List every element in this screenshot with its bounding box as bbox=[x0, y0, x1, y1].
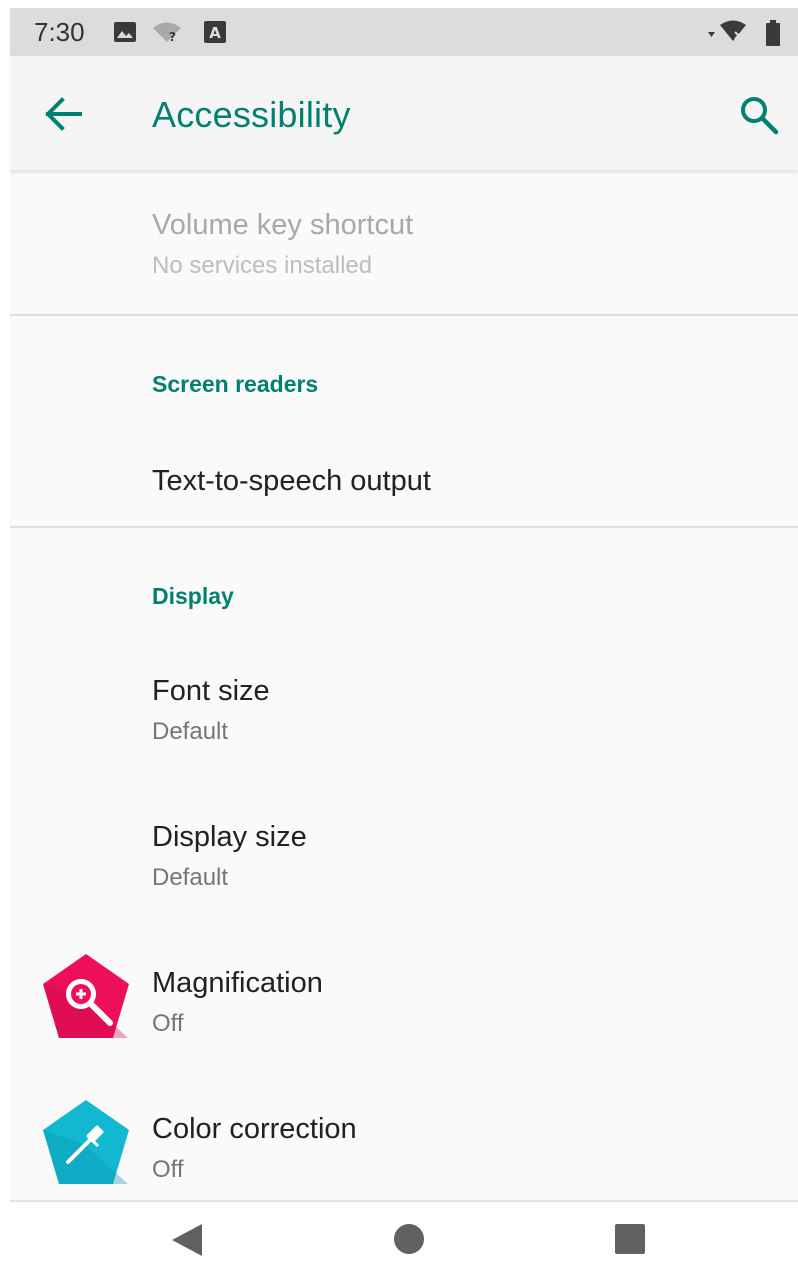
text-a-icon: A bbox=[204, 21, 226, 43]
pref-summary: Off bbox=[152, 1156, 184, 1183]
divider bbox=[10, 526, 798, 528]
pref-summary: No services installed bbox=[152, 252, 373, 279]
category-display: Display bbox=[152, 583, 234, 609]
pref-title: Font size bbox=[152, 675, 270, 707]
pref-title: Text-to-speech output bbox=[152, 465, 431, 497]
pref-title: Color correction bbox=[152, 1113, 357, 1145]
navigation-bar bbox=[10, 1200, 798, 1272]
display-size-item[interactable]: Display size Default bbox=[10, 790, 798, 936]
magnification-item[interactable]: Magnification Off bbox=[10, 936, 798, 1082]
divider bbox=[10, 314, 798, 316]
nav-home-icon[interactable] bbox=[392, 1222, 426, 1256]
magnification-icon bbox=[43, 954, 129, 1038]
svg-text:?: ? bbox=[169, 30, 176, 43]
nav-recents-icon[interactable] bbox=[614, 1223, 646, 1255]
battery-icon bbox=[766, 20, 780, 46]
nav-back-icon[interactable] bbox=[170, 1222, 204, 1258]
text-to-speech-item[interactable]: Text-to-speech output bbox=[10, 434, 798, 524]
volume-key-shortcut-item[interactable]: Volume key shortcut No services installe… bbox=[10, 170, 798, 314]
image-icon bbox=[114, 22, 136, 42]
color-correction-item[interactable]: Color correction Off bbox=[10, 1082, 798, 1200]
pref-title: Magnification bbox=[152, 967, 323, 999]
arrow-back-icon[interactable] bbox=[40, 92, 86, 136]
status-bar: 7:30 ? A bbox=[10, 8, 798, 56]
category-screen-readers: Screen readers bbox=[152, 371, 319, 397]
page-title: Accessibility bbox=[152, 94, 351, 135]
pref-title: Volume key shortcut bbox=[152, 209, 414, 241]
pref-summary: Off bbox=[152, 1010, 184, 1037]
wifi-question-icon: ? bbox=[153, 22, 181, 43]
app-bar: Accessibility bbox=[10, 56, 798, 170]
pref-title: Display size bbox=[152, 821, 307, 853]
device-screen: 7:30 ? A Accessibility Volume key shortc… bbox=[10, 8, 798, 1272]
pref-summary: Default bbox=[152, 864, 229, 891]
search-icon[interactable] bbox=[738, 94, 780, 136]
font-size-item[interactable]: Font size Default bbox=[10, 644, 798, 790]
color-correction-icon bbox=[43, 1100, 129, 1184]
svg-text:A: A bbox=[209, 24, 221, 42]
signal-x-icon bbox=[708, 20, 746, 41]
pref-summary: Default bbox=[152, 718, 229, 745]
status-time: 7:30 bbox=[34, 17, 85, 47]
